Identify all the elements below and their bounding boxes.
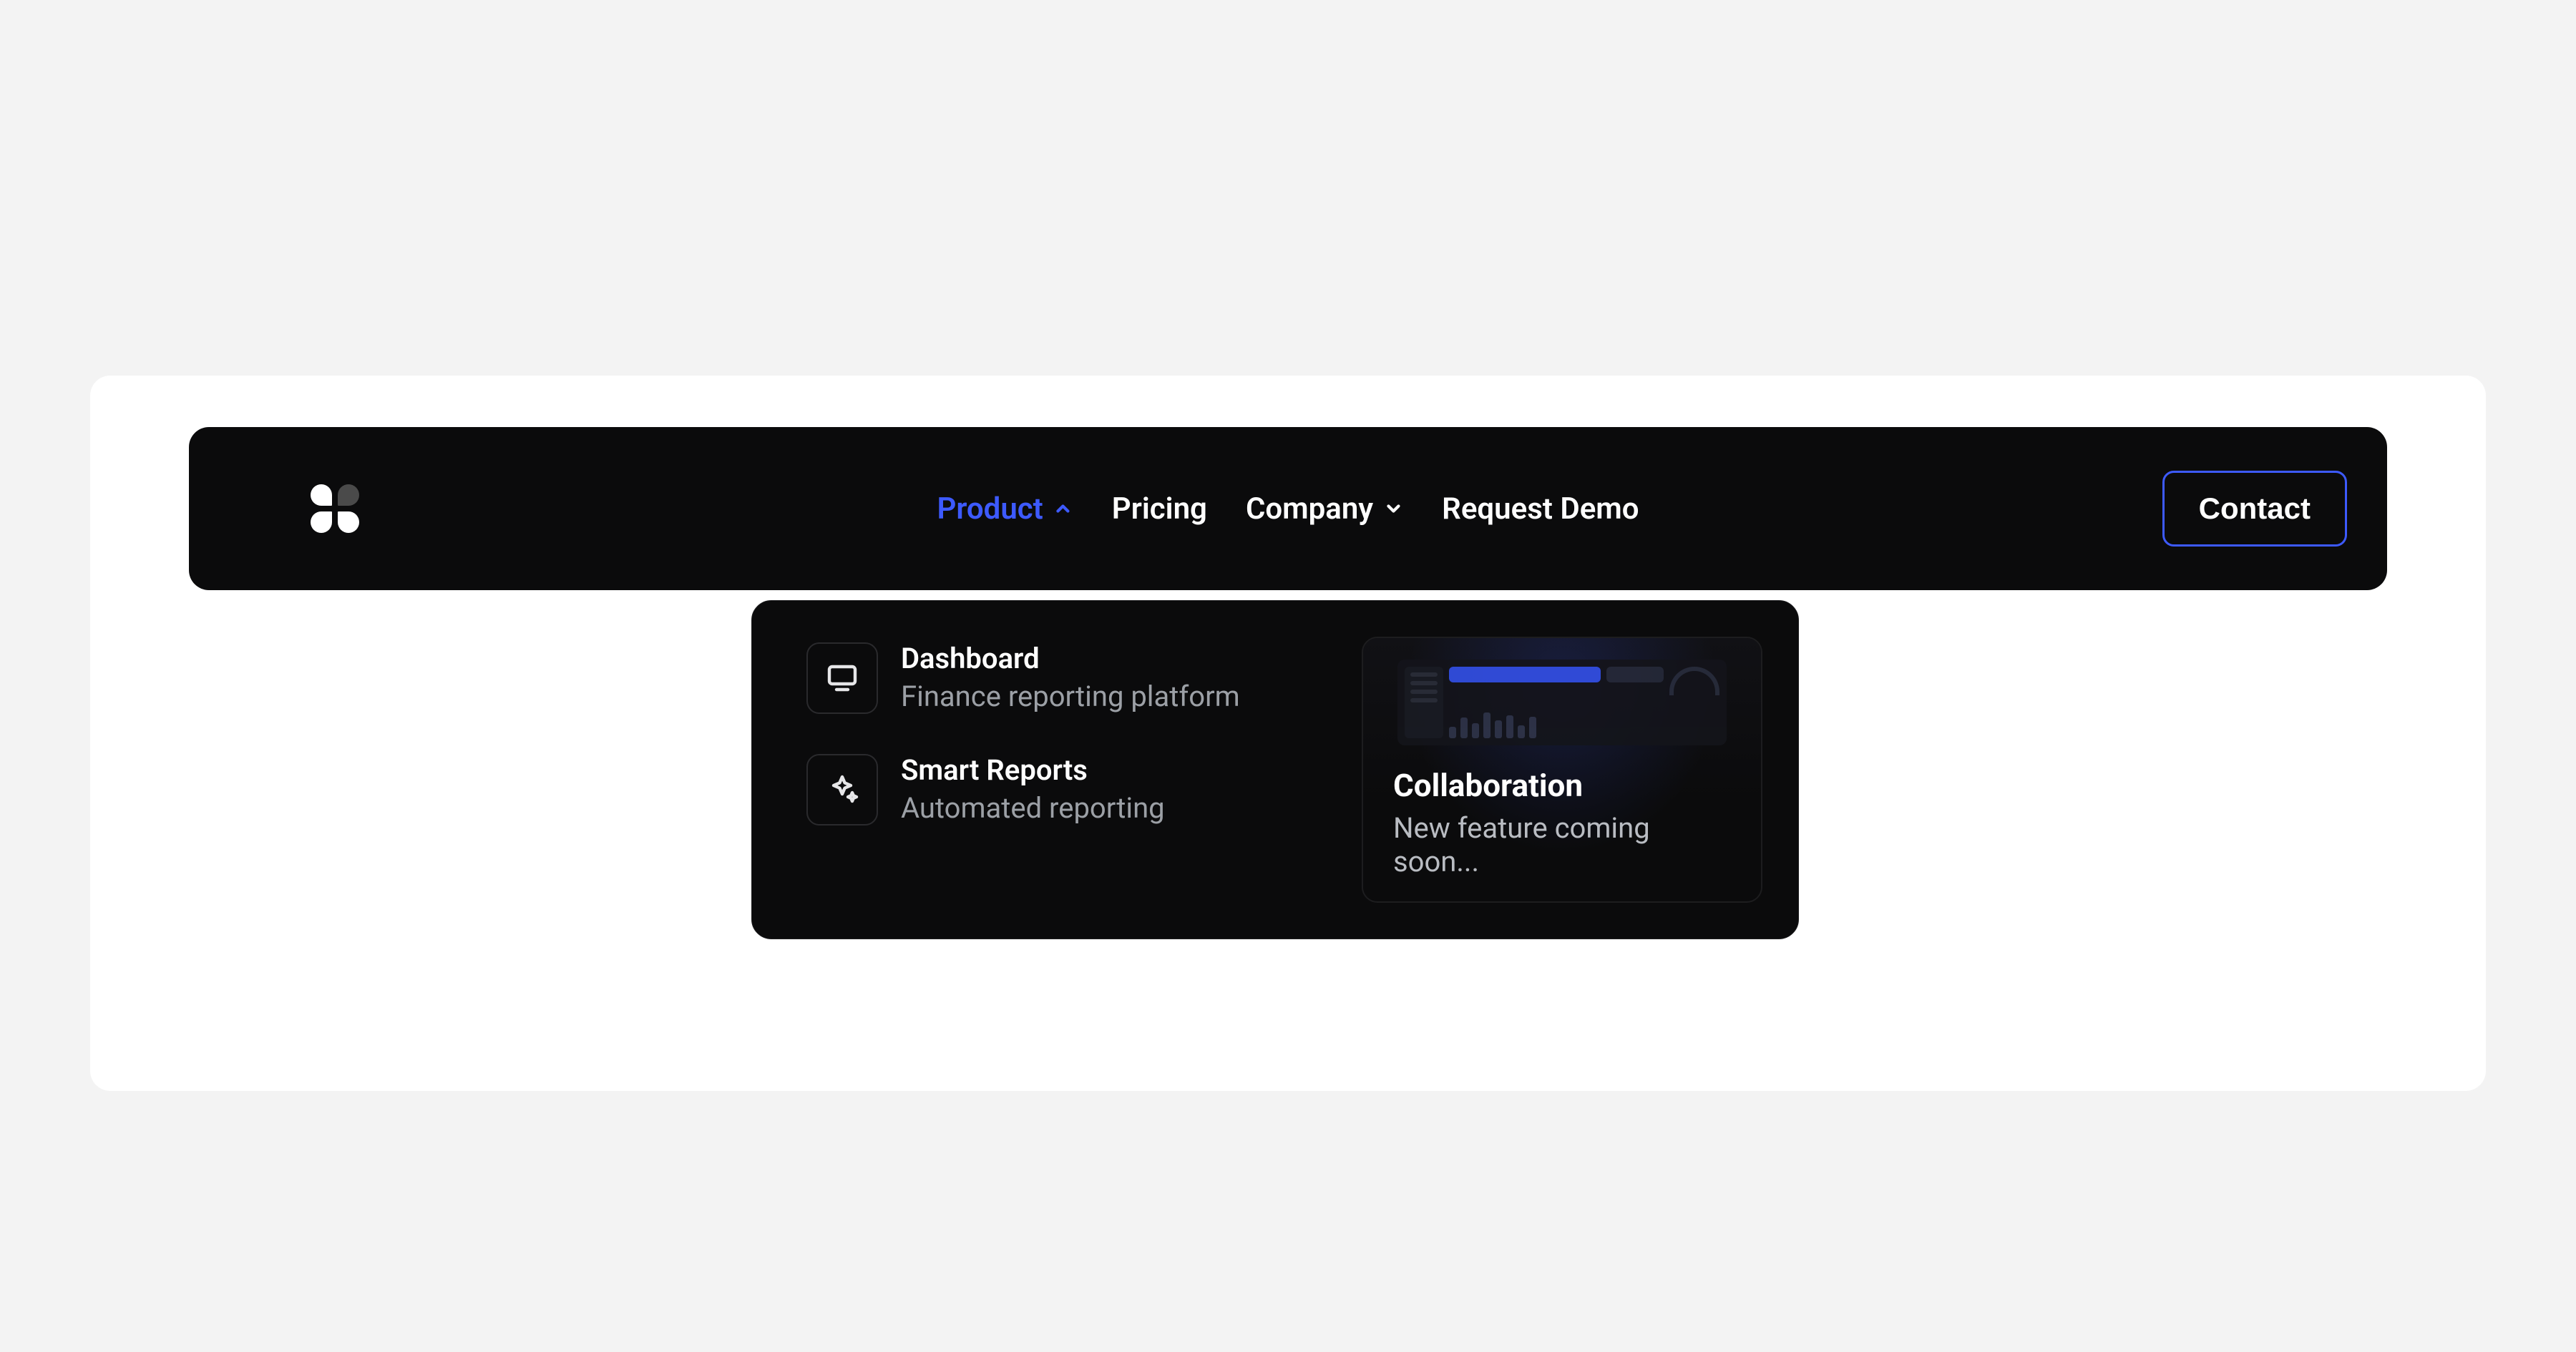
page-sheet: Product Pricing Company Request Demo Con… bbox=[90, 376, 2486, 1091]
dropdown-item-title: Smart Reports bbox=[901, 753, 1165, 788]
nav-item-request-demo[interactable]: Request Demo bbox=[1442, 491, 1639, 526]
nav-item-label: Company bbox=[1246, 491, 1373, 526]
card-subtitle: New feature coming soon... bbox=[1393, 811, 1731, 878]
dropdown-list: Dashboard Finance reporting platform Sma… bbox=[788, 637, 1329, 903]
contact-button-label: Contact bbox=[2199, 491, 2311, 525]
nav-item-pricing[interactable]: Pricing bbox=[1112, 491, 1207, 526]
nav-item-company[interactable]: Company bbox=[1246, 491, 1403, 526]
contact-button[interactable]: Contact bbox=[2162, 471, 2347, 547]
dropdown-item-smart-reports[interactable]: Smart Reports Automated reporting bbox=[806, 753, 1329, 827]
card-title: Collaboration bbox=[1393, 767, 1731, 804]
brand-logo[interactable] bbox=[311, 484, 359, 533]
dropdown-item-subtitle: Automated reporting bbox=[901, 790, 1165, 827]
nav-item-label: Product bbox=[937, 491, 1043, 526]
dropdown-item-text: Smart Reports Automated reporting bbox=[901, 753, 1165, 827]
sparkles-icon bbox=[806, 754, 878, 826]
nav-item-label: Pricing bbox=[1112, 491, 1207, 526]
dropdown-feature-card[interactable]: Collaboration New feature coming soon... bbox=[1362, 637, 1762, 903]
nav-item-label: Request Demo bbox=[1442, 491, 1639, 526]
navbar: Product Pricing Company Request Demo Con… bbox=[189, 427, 2387, 590]
dropdown-item-subtitle: Finance reporting platform bbox=[901, 678, 1240, 715]
dropdown-item-text: Dashboard Finance reporting platform bbox=[901, 641, 1240, 715]
chevron-down-icon bbox=[1383, 499, 1403, 519]
nav-links: Product Pricing Company Request Demo bbox=[937, 491, 1639, 526]
nav-item-product[interactable]: Product bbox=[937, 491, 1073, 526]
dashboard-preview-image bbox=[1397, 660, 1727, 745]
dropdown-item-dashboard[interactable]: Dashboard Finance reporting platform bbox=[806, 641, 1329, 715]
chevron-up-icon bbox=[1053, 499, 1073, 519]
card-body: Collaboration New feature coming soon... bbox=[1393, 767, 1731, 878]
monitor-icon bbox=[806, 642, 878, 714]
dropdown-item-title: Dashboard bbox=[901, 641, 1240, 677]
product-dropdown: Dashboard Finance reporting platform Sma… bbox=[751, 600, 1799, 939]
